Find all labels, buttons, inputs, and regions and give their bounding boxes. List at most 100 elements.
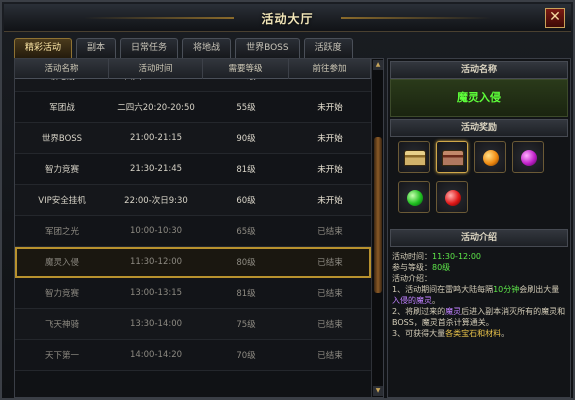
scroll-down-arrow-icon[interactable]: ▼ bbox=[373, 386, 383, 396]
intro-paragraph-1: 1、活动期间在雷鸣大陆每隔10分钟会刷出大量入侵的魔灵。 bbox=[392, 284, 566, 306]
activity-time-cell: 10:00-10:30 bbox=[129, 226, 183, 236]
tab-dungeon[interactable]: 副本 bbox=[76, 38, 117, 58]
required-level-cell: 81级 bbox=[236, 165, 256, 175]
intro-level-value: 80级 bbox=[432, 263, 451, 272]
reward-slot[interactable] bbox=[398, 141, 430, 173]
join-status-cell[interactable]: 已结束 bbox=[289, 349, 371, 361]
reward-slot[interactable] bbox=[474, 141, 506, 173]
join-status-cell[interactable]: 已结束 bbox=[289, 318, 371, 330]
activity-list[interactable]: 领地战二四六 20:20-20:5055级军团战二四六20:20-20:5055… bbox=[15, 79, 371, 399]
join-status-cell[interactable]: 已结束 bbox=[289, 287, 371, 299]
red-chest-icon bbox=[442, 150, 464, 166]
column-header-level: 需要等级 bbox=[203, 59, 289, 79]
intro-time-line: 活动时间：11:30-12:00 bbox=[392, 251, 566, 262]
table-row[interactable]: 军团之光 10:00-10:30 65级 已结束 bbox=[15, 216, 371, 247]
scroll-up-arrow-icon[interactable]: ▲ bbox=[373, 60, 383, 70]
orange-orb-icon bbox=[483, 150, 499, 166]
table-row[interactable]: 领地战二四六 20:20-20:5055级 bbox=[15, 79, 371, 92]
column-header-name: 活动名称 bbox=[15, 59, 109, 79]
green-orb-icon bbox=[407, 190, 423, 206]
table-row[interactable]: 智力竞赛 21:30-21:45 81级 未开始 bbox=[15, 154, 371, 185]
join-status-cell[interactable]: 已结束 bbox=[289, 256, 371, 268]
activity-time-cell: 二四六 20:20-20:50 bbox=[109, 79, 203, 82]
table-row[interactable]: 天下第一 14:00-14:20 70级 已结束 bbox=[15, 340, 371, 371]
join-status-cell[interactable]: 未开始 bbox=[289, 132, 371, 144]
activity-name-cell: 天下第一 bbox=[44, 351, 79, 361]
table-row[interactable]: 军团战 二四六20:20-20:50 55级 未开始 bbox=[15, 92, 371, 123]
join-status-cell[interactable]: 已结束 bbox=[289, 225, 371, 237]
close-button[interactable]: ✕ bbox=[545, 8, 565, 28]
required-level-cell: 55级 bbox=[236, 103, 256, 113]
intro-p3-text: 3、可获得大量 bbox=[392, 329, 446, 338]
activity-time-cell: 13:30-14:00 bbox=[129, 319, 183, 329]
required-level-cell: 60级 bbox=[236, 196, 256, 206]
tab-daily-quests[interactable]: 日常任务 bbox=[120, 38, 179, 58]
gold-chest-icon bbox=[404, 150, 426, 166]
table-row[interactable]: 飞天神骑 13:30-14:00 75级 已结束 bbox=[15, 309, 371, 340]
intro-paragraph-3: 3、可获得大量各类宝石和材料。 bbox=[392, 328, 566, 339]
intro-p1-text: 1、活动期间在雷鸣大陆每隔 bbox=[392, 285, 494, 294]
table-row[interactable]: 世界BOSS 21:00-21:15 90级 未开始 bbox=[15, 123, 371, 154]
required-level-cell: 81级 bbox=[236, 289, 256, 299]
activity-name-cell: 军团之光 bbox=[44, 227, 79, 237]
scroll-thumb[interactable] bbox=[374, 137, 382, 293]
activity-intro-text: 活动时间：11:30-12:00 参与等级：80级 活动介绍： 1、活动期间在雷… bbox=[392, 251, 566, 339]
required-level-cell: 65级 bbox=[236, 227, 256, 237]
activity-name-cell: 飞天神骑 bbox=[44, 320, 79, 330]
activity-time-cell: 21:00-21:15 bbox=[129, 133, 183, 143]
tab-territory-war[interactable]: 将地战 bbox=[182, 38, 232, 58]
tab-world-boss[interactable]: 世界BOSS bbox=[235, 38, 300, 58]
intro-p3-highlight: 各类宝石和材料 bbox=[445, 329, 502, 338]
activity-time-cell: 11:30-12:00 bbox=[129, 257, 183, 267]
table-row[interactable]: 智力竞赛 13:00-13:15 81级 已结束 bbox=[15, 278, 371, 309]
activity-name-value: 魔灵入侵 bbox=[390, 79, 568, 117]
activity-name-cell: 智力竞赛 bbox=[44, 165, 79, 175]
table-header: 活动名称 活动时间 需要等级 前往参加 bbox=[15, 59, 371, 79]
required-level-cell: 70级 bbox=[236, 351, 256, 361]
activity-hall-window: 活动大厅 ✕ 精彩活动 副本 日常任务 将地战 世界BOSS 活跃度 活动名称 … bbox=[0, 0, 575, 400]
activity-name-cell: 智力竞赛 bbox=[44, 289, 79, 299]
required-level-cell: 80级 bbox=[236, 258, 256, 268]
reward-slot[interactable] bbox=[512, 141, 544, 173]
column-header-time: 活动时间 bbox=[109, 59, 203, 79]
intro-p1-highlight: 入侵的魔灵 bbox=[392, 296, 432, 305]
activity-list-content: 领地战二四六 20:20-20:5055级军团战二四六20:20-20:5055… bbox=[15, 79, 371, 371]
tab-featured-activities[interactable]: 精彩活动 bbox=[14, 38, 73, 58]
activity-detail-panel: 活动名称 魔灵入侵 活动奖励 活动介绍 活动时间：11:30-12:00 参与等… bbox=[387, 58, 571, 398]
red-orb-icon bbox=[445, 190, 461, 206]
activity-time-cell: 二四六20:20-20:50 bbox=[117, 103, 195, 113]
join-status-cell[interactable]: 未开始 bbox=[289, 194, 371, 206]
intro-p2-highlight: 魔灵 bbox=[445, 307, 462, 316]
activity-name-cell: 魔灵入侵 bbox=[44, 258, 79, 268]
list-scrollbar[interactable]: ▲ ▼ bbox=[371, 59, 383, 397]
table-row[interactable]: VIP安全挂机 22:00-次日9:30 60级 未开始 bbox=[15, 185, 371, 216]
purple-orb-icon bbox=[521, 150, 537, 166]
join-status-cell[interactable]: 未开始 bbox=[289, 163, 371, 175]
reward-slot[interactable] bbox=[398, 181, 430, 213]
activity-time-cell: 21:30-21:45 bbox=[129, 164, 183, 174]
intro-paragraph-2: 2、将刷过来的魔灵后进入副本消灭所有的魔灵和BOSS，魔灵首杀计算通关。 bbox=[392, 306, 566, 328]
activity-reward-header: 活动奖励 bbox=[390, 119, 568, 137]
reward-slot[interactable] bbox=[436, 141, 468, 173]
activity-time-cell: 14:00-14:20 bbox=[129, 350, 183, 360]
intro-p1-text: 会刷出大量 bbox=[519, 285, 560, 294]
activity-name-cell: VIP安全挂机 bbox=[38, 196, 86, 206]
required-level-cell: 90级 bbox=[236, 134, 256, 144]
intro-p3-text: 。 bbox=[501, 329, 510, 338]
title-ornament-right bbox=[341, 17, 491, 19]
intro-time-value: 11:30-12:00 bbox=[432, 252, 481, 261]
required-level-cell: 55级 bbox=[203, 79, 289, 82]
intro-time-label: 活动时间： bbox=[392, 252, 432, 261]
join-status-cell[interactable]: 未开始 bbox=[289, 101, 371, 113]
intro-desc-label: 活动介绍： bbox=[392, 274, 432, 283]
table-row[interactable]: 魔灵入侵 11:30-12:00 80级 已结束 bbox=[15, 247, 371, 278]
tab-activity-points[interactable]: 活跃度 bbox=[303, 38, 353, 58]
activity-name-cell: 军团战 bbox=[49, 103, 75, 113]
activity-name-header: 活动名称 bbox=[390, 61, 568, 79]
tab-bar: 精彩活动 副本 日常任务 将地战 世界BOSS 活跃度 bbox=[14, 38, 353, 58]
reward-slot[interactable] bbox=[436, 181, 468, 213]
intro-p1-text: 。 bbox=[432, 296, 440, 305]
title-bar[interactable]: 活动大厅 ✕ bbox=[4, 4, 571, 32]
intro-p2-text: 2、将刷过来的 bbox=[392, 307, 446, 316]
activity-name-cell: 领地战 bbox=[15, 79, 109, 82]
